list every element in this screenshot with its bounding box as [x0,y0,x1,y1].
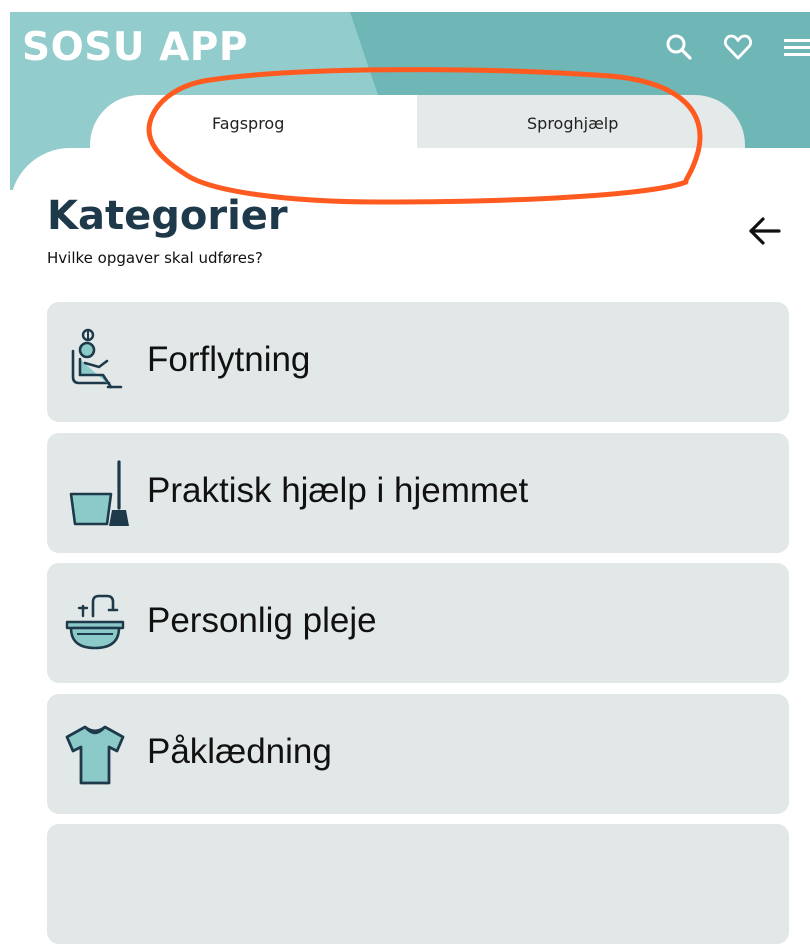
tab-fagsprog[interactable]: Fagsprog [90,95,417,148]
app-title: SOSU APP [22,25,248,70]
search-icon[interactable] [664,32,694,62]
category-label: Påklædning [147,732,332,771]
menu-icon[interactable] [782,32,810,62]
sink-icon [63,588,129,658]
category-paakladning[interactable]: Påklædning [47,694,789,814]
bucket-broom-icon [63,458,129,528]
tshirt-icon [63,719,129,789]
page-title: Kategorier [47,193,288,239]
category-forflytning[interactable]: Forflytning [47,302,789,422]
tab-label: Fagsprog [212,114,285,133]
category-personlig-pleje[interactable]: Personlig pleje [47,563,789,683]
patient-lift-icon [63,327,129,397]
page-subtitle: Hvilke opgaver skal udføres? [47,249,263,267]
category-label: Personlig pleje [147,601,377,640]
app-header: SOSU APP Fagsprog Sproghjælp [0,0,810,208]
category-label: Forflytning [147,340,311,379]
category-label: Praktisk hjælp i hjemmet [147,471,529,510]
heart-icon[interactable] [723,32,753,62]
tab-sproghjaelp[interactable]: Sproghjælp [417,95,745,148]
tab-label: Sproghjælp [527,114,619,133]
category-praktisk-hjaelp[interactable]: Praktisk hjælp i hjemmet [47,433,789,553]
back-arrow-icon[interactable] [745,212,783,250]
category-card-partial[interactable] [47,824,789,944]
